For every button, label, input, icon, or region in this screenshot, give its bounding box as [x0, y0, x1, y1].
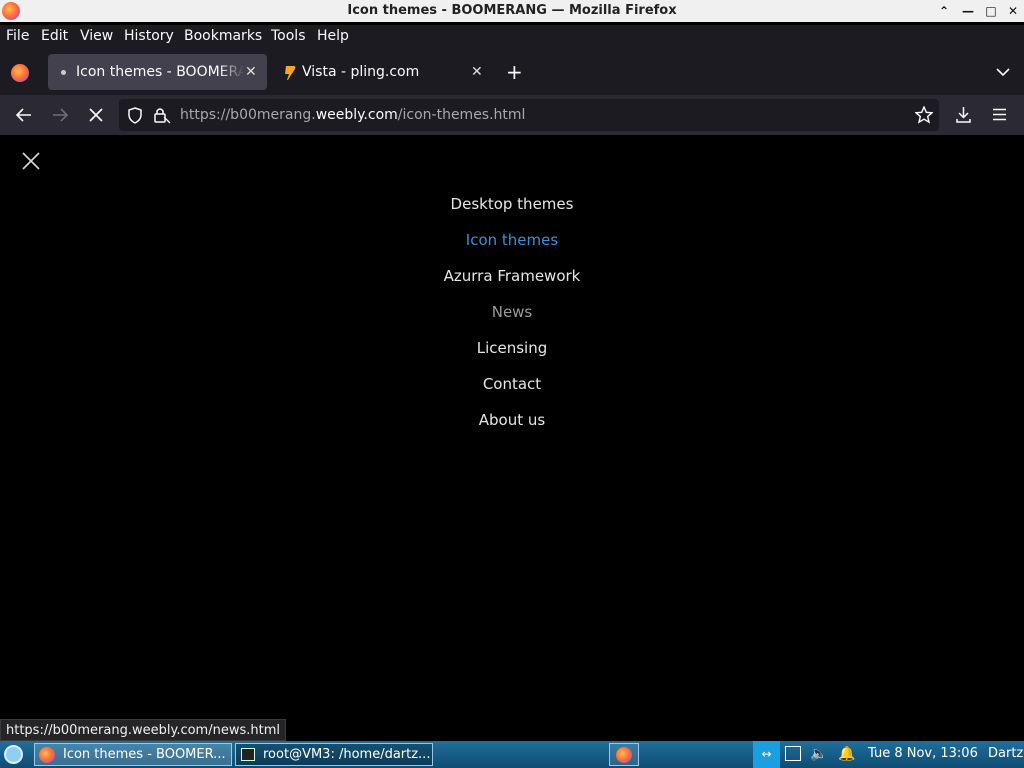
- pinned-firefox-launcher[interactable]: [609, 743, 639, 766]
- url-bar[interactable]: https://b00merang.weebly.com/icon-themes…: [119, 99, 939, 131]
- start-menu-icon[interactable]: [4, 745, 23, 764]
- menu-edit[interactable]: Edit: [41, 28, 68, 44]
- list-all-tabs-chevron-icon[interactable]: [996, 67, 1010, 77]
- forward-arrow-icon[interactable]: [51, 107, 69, 123]
- url-domain: weebly.com: [315, 107, 398, 123]
- task-terminal[interactable]: root@VM3: /home/dartz...: [235, 743, 433, 766]
- menu-view[interactable]: View: [80, 28, 113, 44]
- clock[interactable]: Tue 8 Nov, 13:06: [868, 746, 978, 761]
- firefox-icon: [2, 2, 20, 20]
- firefox-icon: [39, 747, 55, 763]
- link-status-preview: https://b00merang.weebly.com/news.html: [0, 719, 286, 741]
- nav-link-about-us[interactable]: About us: [0, 411, 1024, 429]
- tab-icon-themes[interactable]: Icon themes - BOOMERANG ✕: [48, 54, 267, 90]
- firefox-view-icon[interactable]: [11, 64, 29, 82]
- window-title: Icon themes - BOOMERANG — Mozilla Firefo…: [347, 3, 677, 18]
- task-label: root@VM3: /home/dartz...: [263, 747, 431, 762]
- nav-link-contact[interactable]: Contact: [0, 375, 1024, 393]
- nav-link-licensing[interactable]: Licensing: [0, 339, 1024, 357]
- tab-close-icon[interactable]: ✕: [245, 54, 257, 90]
- url-path: /icon-themes.html: [397, 107, 526, 123]
- tab-vista-pling[interactable]: Vista - pling.com ✕: [275, 54, 494, 90]
- task-label: Icon themes - BOOMER...: [63, 747, 226, 762]
- nav-link-azurra-framework[interactable]: Azurra Framework: [0, 267, 1024, 285]
- tracking-shield-icon[interactable]: [127, 107, 143, 124]
- pling-icon: [285, 66, 296, 80]
- chevron-up-icon[interactable]: ⌃: [936, 3, 952, 19]
- hamburger-menu-icon[interactable]: [992, 108, 1007, 121]
- back-arrow-icon[interactable]: [15, 107, 33, 123]
- notification-bell-icon[interactable]: 🔔: [838, 746, 855, 762]
- close-menu-icon[interactable]: [22, 152, 40, 170]
- close-window-button[interactable]: ✕: [1005, 3, 1021, 19]
- maximize-button[interactable]: □: [983, 3, 999, 19]
- menu-file[interactable]: File: [6, 28, 29, 44]
- window-titlebar: Icon themes - BOOMERANG — Mozilla Firefo…: [0, 0, 1024, 22]
- terminal-icon: [241, 748, 255, 761]
- nav-link-desktop-themes[interactable]: Desktop themes: [0, 195, 1024, 213]
- downloads-icon[interactable]: [955, 106, 972, 124]
- minimize-button[interactable]: —: [960, 3, 976, 19]
- menu-help[interactable]: Help: [317, 28, 349, 44]
- lock-icon[interactable]: [153, 107, 171, 124]
- firefox-icon: [616, 747, 632, 763]
- user-name[interactable]: Dartz: [988, 746, 1023, 761]
- stop-loading-icon[interactable]: [89, 108, 103, 122]
- menu-bar: File Edit View History Bookmarks Tools H…: [0, 25, 1024, 49]
- navigation-toolbar: https://b00merang.weebly.com/icon-themes…: [0, 95, 1024, 135]
- menu-bookmarks[interactable]: Bookmarks: [184, 28, 262, 44]
- network-arrows-icon[interactable]: ↔: [753, 741, 780, 768]
- taskbar: Icon themes - BOOMER... root@VM3: /home/…: [0, 741, 1024, 768]
- nav-link-news[interactable]: News: [0, 303, 1024, 321]
- url-prefix: https://b00merang.: [180, 107, 316, 123]
- task-firefox[interactable]: Icon themes - BOOMER...: [34, 743, 232, 766]
- tab-label: Icon themes - BOOMERANG: [76, 64, 244, 80]
- nav-link-icon-themes[interactable]: Icon themes: [0, 231, 1024, 249]
- network-status-icon[interactable]: [785, 746, 801, 761]
- tab-label: Vista - pling.com: [302, 64, 420, 80]
- new-tab-plus-icon[interactable]: +: [506, 60, 523, 84]
- tab-close-icon[interactable]: ✕: [471, 54, 483, 90]
- page-content: Desktop themes Icon themes Azurra Framew…: [0, 135, 1024, 741]
- bookmark-star-icon[interactable]: [915, 106, 933, 124]
- volume-icon[interactable]: 🔈: [810, 746, 827, 762]
- tab-bar: Icon themes - BOOMERANG ✕ Vista - pling.…: [0, 49, 1024, 95]
- url-text[interactable]: https://b00merang.weebly.com/icon-themes…: [180, 99, 525, 131]
- loading-dot-icon: [61, 70, 66, 75]
- menu-tools[interactable]: Tools: [271, 28, 306, 44]
- menu-history[interactable]: History: [124, 28, 174, 44]
